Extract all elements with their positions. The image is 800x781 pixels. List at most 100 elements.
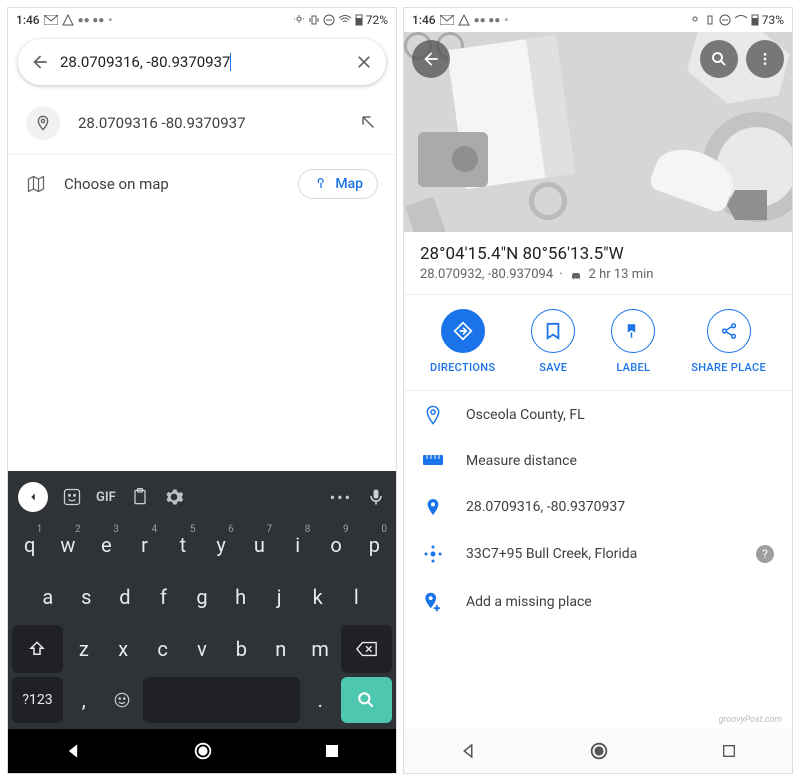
keyboard[interactable]: GIF ••• 1q2w3e4r5t6y7u8i9o0p asdfghjkl z… (8, 471, 396, 729)
status-time: 1:46 (412, 13, 436, 27)
warning-icon (62, 14, 74, 26)
keyboard-collapse-icon[interactable] (18, 482, 48, 512)
comma-key[interactable]: , (66, 677, 101, 723)
label-button[interactable]: LABEL (611, 309, 655, 374)
nav-recent-icon[interactable] (323, 742, 341, 760)
key-b[interactable]: b (223, 625, 259, 673)
search-input[interactable]: 28.0709316, -80.9370937 (60, 53, 344, 71)
map-button[interactable]: Map (298, 169, 378, 199)
ruler-icon (422, 455, 444, 467)
period-key[interactable]: . (303, 677, 338, 723)
search-key[interactable] (341, 677, 392, 723)
nav-home-icon[interactable] (588, 740, 610, 762)
backspace-key[interactable] (341, 625, 392, 673)
touch-icon (313, 176, 329, 192)
wifi-icon (338, 15, 352, 25)
coordinates-card: 28°04'15.4"N 80°56'13.5"W 28.070932, -80… (404, 232, 792, 295)
key-l[interactable]: l (339, 573, 375, 621)
nav-back-icon[interactable] (459, 742, 477, 760)
gmail-icon (440, 15, 454, 25)
key-h[interactable]: h (223, 573, 259, 621)
key-n[interactable]: n (263, 625, 299, 673)
key-t[interactable]: 5t (165, 521, 200, 569)
phone-place-screen: 1:46 ●● ●● • 73% (403, 7, 793, 774)
key-d[interactable]: d (107, 573, 143, 621)
mic-icon[interactable] (366, 487, 386, 507)
space-key[interactable] (143, 677, 300, 723)
key-f[interactable]: f (146, 573, 182, 621)
directions-button[interactable]: DIRECTIONS (430, 309, 495, 374)
key-q[interactable]: 1q (12, 521, 47, 569)
suggestion-text: 28.0709316 -80.9370937 (78, 114, 342, 132)
key-k[interactable]: k (300, 573, 336, 621)
overflow-button[interactable] (746, 40, 784, 78)
warning-icon (458, 14, 470, 26)
key-m[interactable]: m (302, 625, 338, 673)
search-button[interactable] (700, 40, 738, 78)
pin-outline-icon (422, 405, 444, 425)
shift-key[interactable] (12, 625, 63, 673)
key-i[interactable]: 8i (280, 521, 315, 569)
key-u[interactable]: 7u (242, 521, 277, 569)
status-indicator: ●● ●● (78, 15, 105, 26)
map-outline-icon (26, 174, 46, 194)
clear-icon[interactable] (354, 52, 374, 72)
android-nav-bar (404, 729, 792, 773)
emoji-key[interactable] (104, 677, 139, 723)
clipboard-icon[interactable] (130, 487, 150, 507)
key-w[interactable]: 2w (50, 521, 85, 569)
coords-dms: 28°04'15.4"N 80°56'13.5"W (420, 244, 776, 264)
add-place-row[interactable]: Add a missing place (404, 577, 792, 627)
county-row[interactable]: Osceola County, FL (404, 391, 792, 439)
coords-decimal: 28.070932, -80.937094 (420, 267, 553, 282)
battery-icon (355, 14, 363, 26)
gif-button[interactable]: GIF (96, 490, 116, 505)
pin-add-icon (422, 591, 444, 613)
nav-recent-icon[interactable] (721, 743, 737, 759)
phone-search-screen: 1:46 ●● ●● • 72% 28.0709316, -80.9370937 (7, 7, 397, 774)
key-z[interactable]: z (66, 625, 102, 673)
symbols-key[interactable]: ?123 (12, 677, 63, 723)
key-e[interactable]: 3e (89, 521, 124, 569)
car-icon (569, 269, 583, 281)
insert-icon[interactable] (360, 114, 378, 132)
key-x[interactable]: x (105, 625, 141, 673)
nav-home-icon[interactable] (192, 740, 214, 762)
measure-row[interactable]: Measure distance (404, 439, 792, 483)
key-s[interactable]: s (69, 573, 105, 621)
key-p[interactable]: 0p (357, 521, 392, 569)
place-hero-image (404, 32, 792, 232)
dnd-icon (323, 14, 335, 26)
back-icon[interactable] (30, 52, 50, 72)
status-dot: • (108, 13, 112, 27)
battery-icon (751, 14, 759, 26)
key-v[interactable]: v (184, 625, 220, 673)
vibrate-icon (308, 14, 320, 26)
key-c[interactable]: c (144, 625, 180, 673)
latlon-row[interactable]: 28.0709316, -80.9370937 (404, 483, 792, 531)
gear-icon[interactable] (164, 487, 184, 507)
key-o[interactable]: 9o (318, 521, 353, 569)
more-icon[interactable]: ••• (330, 488, 352, 507)
status-time: 1:46 (16, 13, 40, 27)
key-a[interactable]: a (30, 573, 66, 621)
key-y[interactable]: 6y (203, 521, 238, 569)
sticker-icon[interactable] (62, 487, 82, 507)
back-button[interactable] (412, 40, 450, 78)
help-icon[interactable]: ? (756, 545, 774, 563)
suggestion-row[interactable]: 28.0709316 -80.9370937 (8, 92, 396, 154)
choose-on-map-label: Choose on map (64, 175, 280, 193)
search-input-container[interactable]: 28.0709316, -80.9370937 (18, 39, 386, 85)
share-button[interactable]: SHARE PLACE (691, 309, 766, 374)
location-icon (293, 14, 305, 26)
save-button[interactable]: SAVE (531, 309, 575, 374)
key-r[interactable]: 4r (127, 521, 162, 569)
drive-time: 2 hr 13 min (589, 267, 654, 282)
vibrate-icon (704, 14, 716, 26)
pluscode-row[interactable]: 33C7+95 Bull Creek, Florida ? (404, 531, 792, 577)
key-j[interactable]: j (261, 573, 297, 621)
nav-back-icon[interactable] (63, 741, 83, 761)
key-g[interactable]: g (184, 573, 220, 621)
choose-on-map-row: Choose on map Map (8, 155, 396, 213)
gmail-icon (44, 15, 58, 25)
